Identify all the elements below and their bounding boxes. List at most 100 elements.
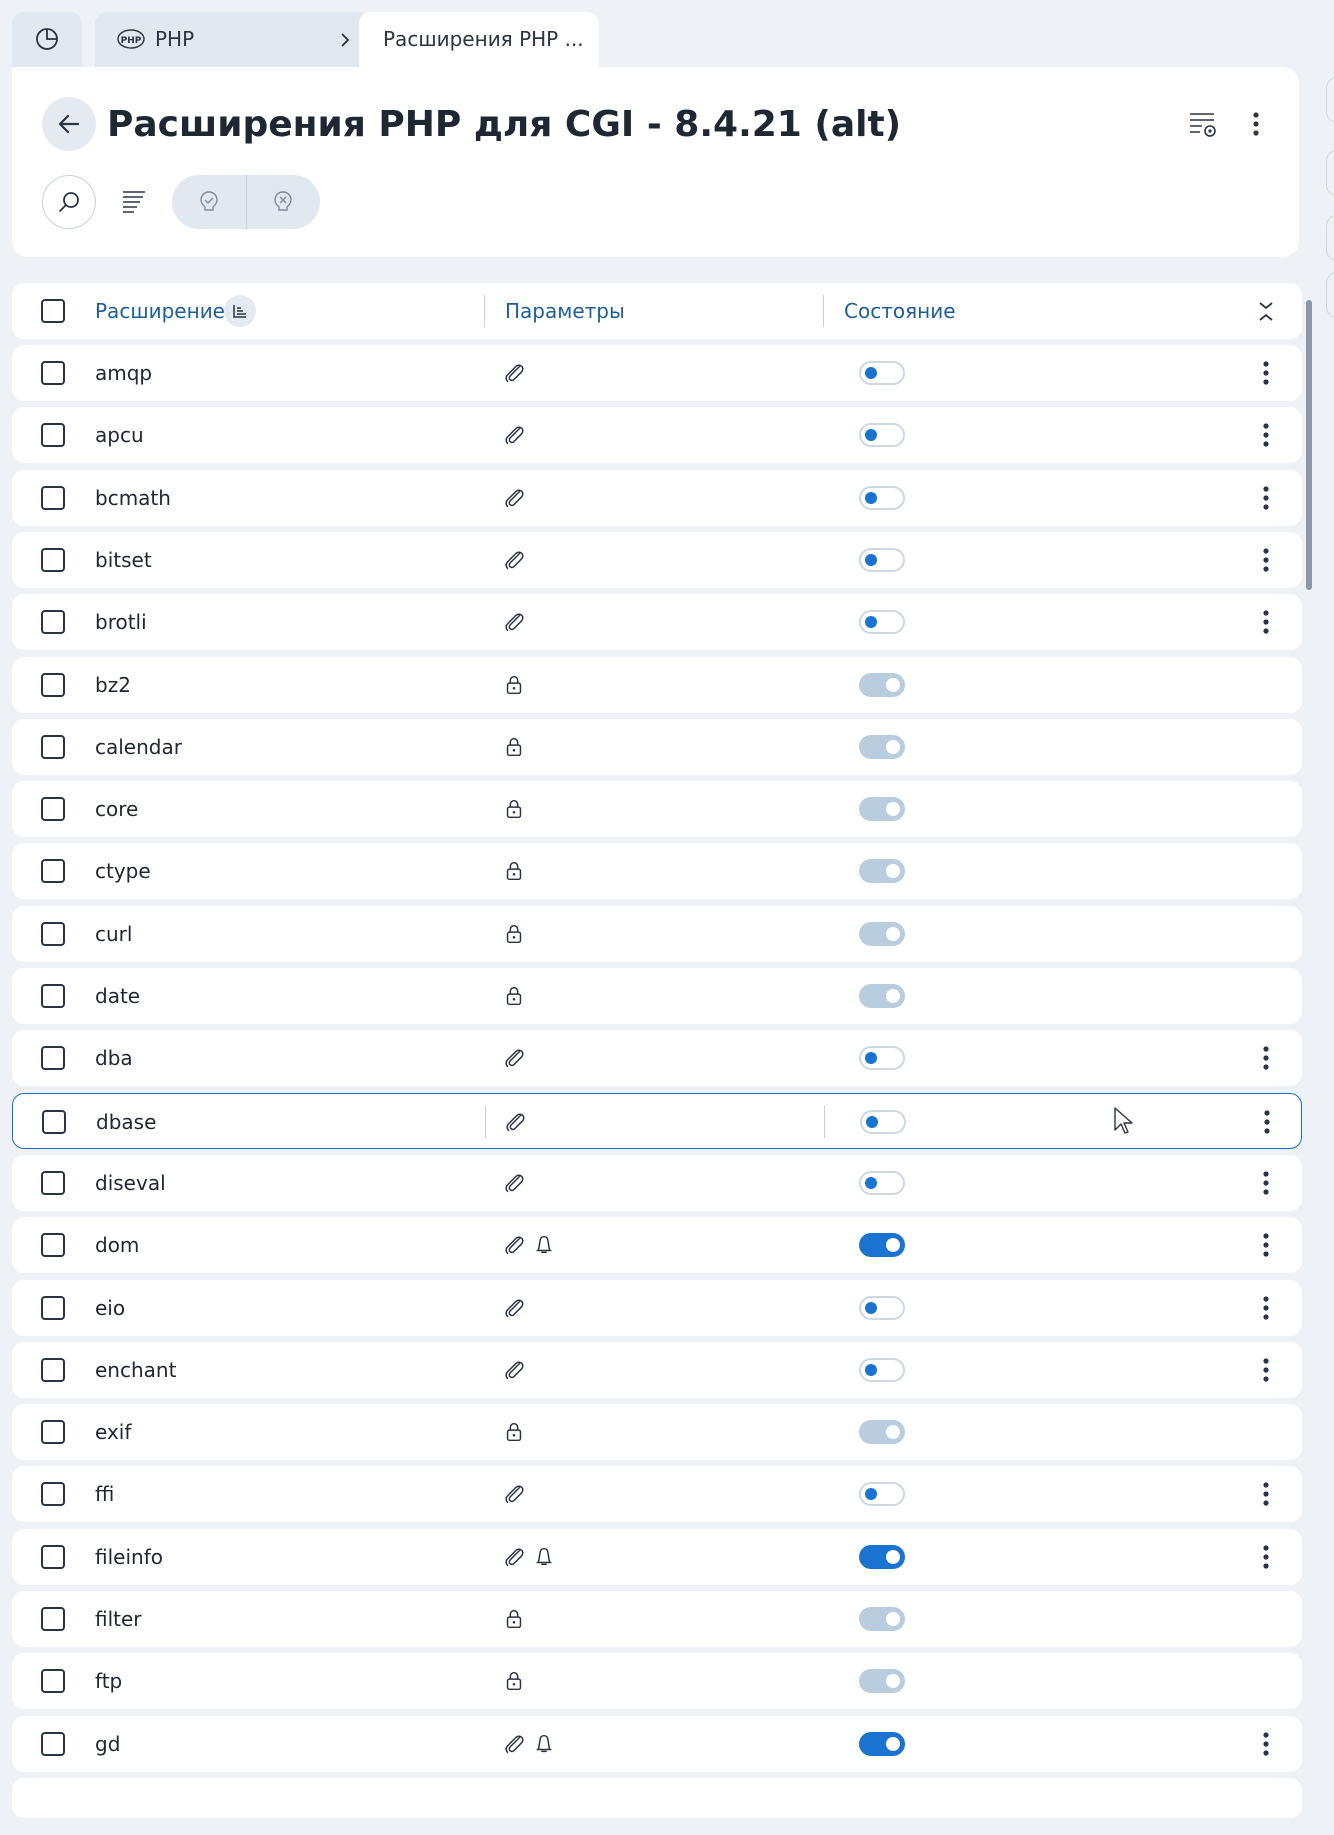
- row-more-icon[interactable]: [1252, 421, 1280, 449]
- table-row[interactable]: ftp: [12, 1653, 1302, 1710]
- table-row[interactable]: gd: [12, 1715, 1302, 1772]
- row-more-icon[interactable]: [1252, 1730, 1280, 1758]
- column-state[interactable]: Состояние: [844, 283, 956, 339]
- disable-button[interactable]: [247, 175, 320, 229]
- state-toggle[interactable]: [859, 485, 905, 510]
- table-row[interactable]: amqp: [12, 345, 1302, 401]
- state-toggle[interactable]: [859, 1731, 905, 1756]
- table-row[interactable]: date: [12, 968, 1302, 1024]
- row-checkbox[interactable]: [41, 610, 65, 635]
- row-checkbox[interactable]: [41, 361, 65, 385]
- row-more-icon[interactable]: [1252, 359, 1280, 387]
- row-checkbox[interactable]: [41, 1420, 65, 1445]
- state-toggle[interactable]: [859, 610, 905, 635]
- row-checkbox[interactable]: [41, 1295, 65, 1320]
- state-toggle[interactable]: [859, 361, 905, 385]
- state-toggle[interactable]: [859, 1482, 905, 1507]
- state-toggle[interactable]: [859, 1544, 905, 1569]
- table-row[interactable]: eio: [12, 1279, 1302, 1336]
- row-checkbox[interactable]: [41, 1357, 65, 1382]
- row-more-icon[interactable]: [1252, 1169, 1280, 1197]
- table-row[interactable]: brotli: [12, 594, 1302, 651]
- paperclip-icon[interactable]: [502, 1046, 526, 1070]
- row-checkbox[interactable]: [41, 1544, 65, 1569]
- paperclip-icon[interactable]: [502, 1545, 526, 1569]
- table-row[interactable]: apcu: [12, 407, 1302, 464]
- row-checkbox[interactable]: [41, 547, 65, 572]
- table-row[interactable]: dba: [12, 1030, 1302, 1087]
- back-button[interactable]: [42, 97, 96, 151]
- state-toggle[interactable]: [859, 423, 905, 448]
- table-row[interactable]: bz2: [12, 656, 1302, 713]
- row-checkbox[interactable]: [41, 797, 65, 822]
- state-toggle[interactable]: [859, 547, 905, 572]
- paperclip-icon[interactable]: [502, 1482, 526, 1506]
- row-checkbox[interactable]: [41, 672, 65, 697]
- row-more-icon[interactable]: [1252, 608, 1280, 636]
- paperclip-icon[interactable]: [502, 1732, 526, 1756]
- row-more-icon[interactable]: [1252, 1356, 1280, 1384]
- sort-button[interactable]: [224, 295, 256, 327]
- tab-home[interactable]: [12, 12, 82, 67]
- scrollbar[interactable]: [1306, 300, 1312, 590]
- enable-button[interactable]: [172, 175, 246, 229]
- table-row[interactable]: exif: [12, 1404, 1302, 1461]
- row-checkbox[interactable]: [41, 1046, 65, 1071]
- row-checkbox[interactable]: [41, 1482, 65, 1507]
- table-row[interactable]: filter: [12, 1591, 1302, 1647]
- paperclip-icon[interactable]: [502, 1296, 526, 1320]
- table-row[interactable]: calendar: [12, 718, 1302, 775]
- row-checkbox[interactable]: [42, 1109, 66, 1134]
- state-toggle[interactable]: [859, 1295, 905, 1320]
- table-row[interactable]: dbase: [12, 1092, 1302, 1149]
- row-more-icon[interactable]: [1252, 1231, 1280, 1259]
- table-row[interactable]: core: [12, 781, 1302, 838]
- row-checkbox[interactable]: [41, 984, 65, 1008]
- state-toggle[interactable]: [859, 1233, 905, 1258]
- table-settings-button[interactable]: [1180, 102, 1224, 146]
- tab-php[interactable]: PHP PHP: [95, 12, 370, 67]
- row-checkbox[interactable]: [41, 1731, 65, 1756]
- row-checkbox[interactable]: [41, 1233, 65, 1258]
- row-more-icon[interactable]: [1252, 1294, 1280, 1322]
- filter-button[interactable]: [112, 180, 156, 224]
- state-toggle[interactable]: [859, 1170, 905, 1195]
- side-button[interactable]: [1326, 215, 1334, 261]
- column-divider[interactable]: [823, 295, 824, 327]
- table-row[interactable]: ctype: [12, 843, 1302, 900]
- table-row[interactable]: bitset: [12, 531, 1302, 588]
- table-row[interactable]: curl: [12, 905, 1302, 962]
- row-more-icon[interactable]: [1253, 1108, 1281, 1136]
- side-button[interactable]: [1326, 150, 1334, 196]
- row-checkbox[interactable]: [41, 1170, 65, 1195]
- row-checkbox[interactable]: [41, 1607, 65, 1631]
- column-extension[interactable]: Расширение: [95, 283, 225, 339]
- state-toggle[interactable]: [860, 1109, 906, 1134]
- row-more-icon[interactable]: [1252, 1543, 1280, 1571]
- table-row[interactable]: fileinfo: [12, 1528, 1302, 1585]
- table-row[interactable]: bcmath: [12, 469, 1302, 526]
- paperclip-icon[interactable]: [502, 1358, 526, 1382]
- select-all-checkbox[interactable]: [41, 299, 65, 323]
- row-more-icon[interactable]: [1252, 546, 1280, 574]
- table-row[interactable]: ffi: [12, 1466, 1302, 1523]
- state-toggle[interactable]: [859, 1357, 905, 1382]
- paperclip-icon[interactable]: [502, 1171, 526, 1195]
- table-row[interactable]: dom: [12, 1217, 1302, 1274]
- table-row[interactable]: diseval: [12, 1154, 1302, 1211]
- row-more-icon[interactable]: [1252, 1044, 1280, 1072]
- paperclip-icon[interactable]: [502, 486, 526, 510]
- row-checkbox[interactable]: [41, 423, 65, 448]
- collapse-expand-icon[interactable]: [1252, 297, 1280, 325]
- column-parameters[interactable]: Параметры: [505, 283, 625, 339]
- more-options-button[interactable]: [1234, 102, 1278, 146]
- table-row[interactable]: [12, 1777, 1302, 1818]
- paperclip-icon[interactable]: [502, 548, 526, 572]
- paperclip-icon[interactable]: [502, 610, 526, 634]
- row-checkbox[interactable]: [41, 859, 65, 884]
- paperclip-icon[interactable]: [502, 361, 526, 385]
- column-divider[interactable]: [484, 295, 485, 327]
- row-checkbox[interactable]: [41, 921, 65, 946]
- bell-icon[interactable]: [532, 1545, 556, 1569]
- state-toggle[interactable]: [859, 1046, 905, 1071]
